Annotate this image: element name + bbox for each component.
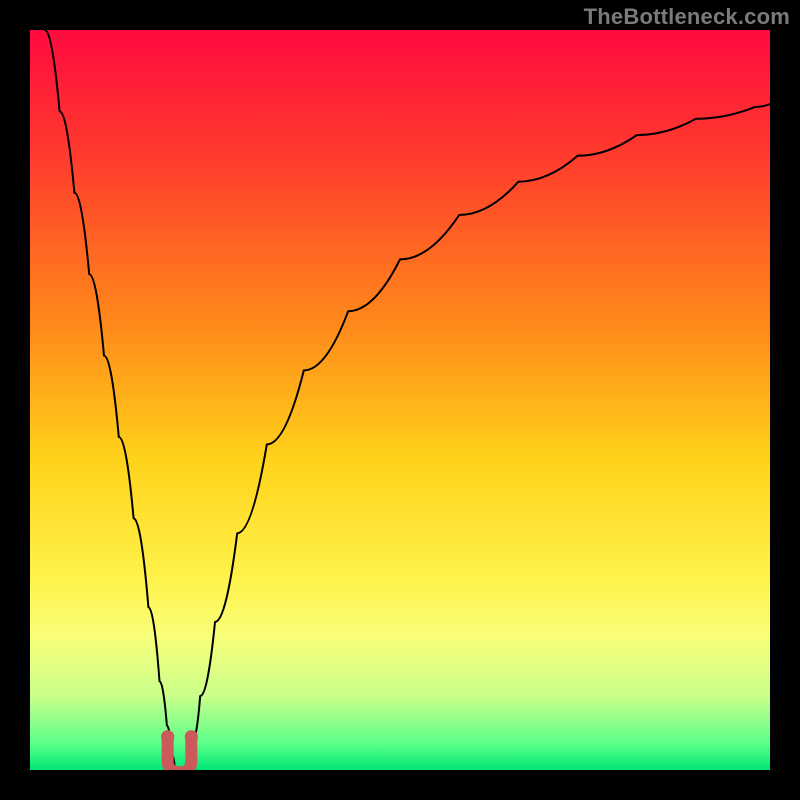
- chart-svg: [30, 30, 770, 770]
- chart-plot-area: [30, 30, 770, 770]
- valley-marker-endcap: [185, 730, 198, 743]
- valley-marker-endcap: [161, 730, 174, 743]
- chart-background: [30, 30, 770, 770]
- chart-frame: TheBottleneck.com: [0, 0, 800, 800]
- watermark-text: TheBottleneck.com: [584, 4, 790, 30]
